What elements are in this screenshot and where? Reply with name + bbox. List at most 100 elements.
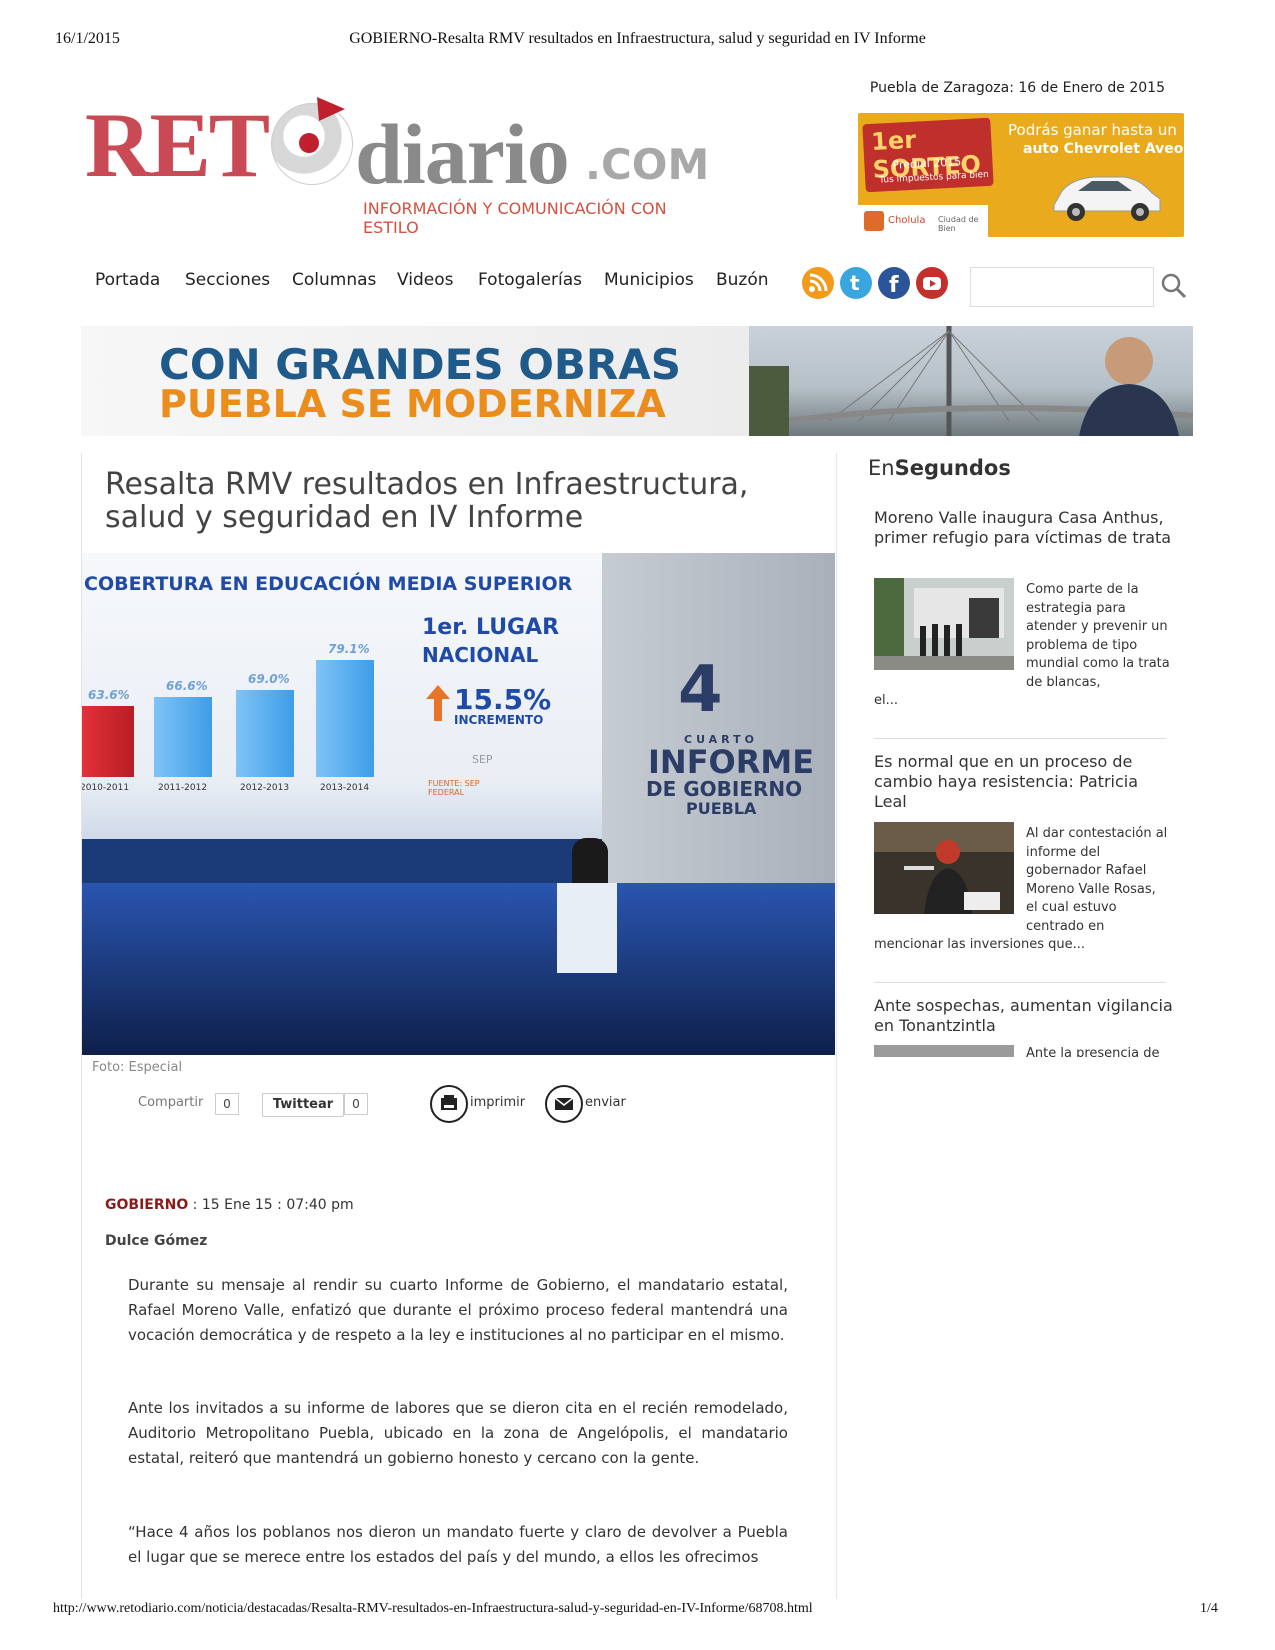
send-label[interactable]: enviar bbox=[585, 1095, 626, 1110]
nav-fotogalerias[interactable]: Fotogalerías bbox=[478, 270, 582, 290]
nav-columnas[interactable]: Columnas bbox=[292, 270, 376, 290]
svg-text:t: t bbox=[850, 271, 860, 295]
article-paragraph: “Hace 4 años los poblanos nos dieron un … bbox=[128, 1523, 788, 1566]
screen-bar-label: 2012-2013 bbox=[240, 783, 290, 793]
print-icon[interactable] bbox=[430, 1085, 468, 1123]
screen-bar-label: 2011-2012 bbox=[158, 783, 208, 793]
rank-line-2: NACIONAL bbox=[422, 643, 539, 667]
screen-bar-value: 69.0% bbox=[248, 672, 290, 686]
rss-icon[interactable] bbox=[802, 267, 834, 299]
sidebar-thumbnail[interactable] bbox=[874, 1045, 1014, 1057]
logo-diario: diario bbox=[355, 106, 570, 202]
sidebar-title: EnSegundos bbox=[868, 456, 1011, 480]
facebook-icon[interactable]: f bbox=[878, 267, 910, 299]
sidebar-item-excerpt: Al dar contestación al informe del gober… bbox=[1026, 826, 1168, 934]
ad-footer: Cholula Ciudad de Bien bbox=[858, 205, 988, 237]
screen-title: COBERTURA EN EDUCACIÓN MEDIA SUPERIOR bbox=[84, 573, 573, 595]
projection-screen: COBERTURA EN EDUCACIÓN MEDIA SUPERIOR 63… bbox=[82, 553, 602, 839]
sorteo-ad[interactable]: 1er SORTEO Predial 2015 Tus impuestos pa… bbox=[858, 113, 1184, 237]
banner-line-2: PUEBLA SE MODERNIZA bbox=[159, 382, 666, 426]
compartir-button[interactable]: Compartir bbox=[138, 1095, 203, 1110]
site-logo[interactable]: RET diario .COM INFORMACIÓN Y COMUNICACI… bbox=[85, 94, 725, 237]
current-date: 16 de Enero de 2015 bbox=[1013, 80, 1165, 96]
sidebar-item-title[interactable]: Ante sospechas, aumentan vigilancia en T… bbox=[874, 996, 1174, 1036]
logo-ret: RET bbox=[85, 94, 270, 196]
article-meta: GOBIERNO : 15 Ene 15 : 07:40 pm bbox=[105, 1197, 354, 1213]
nav-secciones[interactable]: Secciones bbox=[185, 270, 270, 290]
twitter-icon[interactable]: t bbox=[840, 267, 872, 299]
sidebar-item-excerpt: Ante la presencia de bbox=[1026, 1046, 1160, 1057]
article-paragraph: Ante los invitados a su informe de labor… bbox=[128, 1399, 788, 1467]
article-headline: Resalta RMV resultados en Infraestructur… bbox=[105, 467, 749, 535]
bridge-image bbox=[748, 326, 1193, 436]
stage-floor bbox=[82, 883, 835, 1055]
twitter-count: 0 bbox=[344, 1093, 368, 1115]
sorteo-badge: 1er SORTEO Predial 2015 Tus impuestos pa… bbox=[862, 117, 994, 193]
location-label: Puebla de Zaragoza: bbox=[869, 80, 1014, 96]
svg-text:f: f bbox=[889, 273, 899, 298]
section-link[interactable]: GOBIERNO bbox=[105, 1197, 188, 1213]
sidebar-thumbnail[interactable] bbox=[874, 578, 1014, 670]
banner-photo bbox=[748, 326, 1193, 436]
ad-line-1: Podrás ganar hasta un bbox=[1008, 121, 1177, 139]
sidebar-thumbnail[interactable] bbox=[874, 822, 1014, 914]
source-label: FUENTE: SEP FEDERAL bbox=[428, 779, 480, 797]
print-url: http://www.retodiario.com/noticia/destac… bbox=[53, 1601, 813, 1616]
article-author: Dulce Gómez bbox=[105, 1233, 208, 1249]
logo-dot bbox=[299, 133, 319, 153]
youtube-icon[interactable] bbox=[916, 267, 948, 299]
article-photo[interactable]: COBERTURA EN EDUCACIÓN MEDIA SUPERIOR 63… bbox=[82, 553, 835, 1055]
print-page-number: 1/4 bbox=[1200, 1601, 1218, 1616]
photo-caption: Foto: Especial bbox=[92, 1060, 183, 1075]
location-date: Puebla de Zaragoza: 16 de Enero de 2015 bbox=[870, 80, 1165, 96]
screen-bar bbox=[316, 659, 374, 777]
sidebar-divider bbox=[874, 738, 1166, 739]
speaker-figure bbox=[572, 838, 608, 888]
increase-value: 15.5% bbox=[454, 683, 552, 716]
stage-line-3: DE GOBIERNO bbox=[646, 777, 803, 801]
nav-portada[interactable]: Portada bbox=[95, 270, 160, 290]
stage-wall: 4 CUARTO INFORME DE GOBIERNO PUEBLA bbox=[602, 553, 835, 883]
screen-bar-label: 2010-2011 bbox=[82, 783, 130, 793]
nav-buzon[interactable]: Buzón bbox=[716, 270, 769, 290]
search-input[interactable] bbox=[970, 267, 1154, 307]
rank-line-1: 1er. LUGAR bbox=[422, 615, 560, 640]
print-title: GOBIERNO-Resalta RMV resultados en Infra… bbox=[349, 30, 926, 47]
print-label[interactable]: imprimir bbox=[470, 1095, 525, 1110]
car-icon bbox=[1053, 176, 1161, 221]
search-icon[interactable] bbox=[1160, 272, 1188, 300]
screen-bar-value: 63.6% bbox=[88, 688, 130, 703]
screen-bar bbox=[236, 690, 294, 777]
sidebar-divider bbox=[874, 982, 1166, 983]
cholula-icon bbox=[864, 211, 884, 231]
increase-label: INCREMENTO bbox=[454, 713, 544, 727]
article-paragraph: Durante su mensaje al rendir su cuarto I… bbox=[128, 1276, 788, 1344]
nav-municipios[interactable]: Municipios bbox=[604, 270, 694, 290]
nav-videos[interactable]: Videos bbox=[397, 270, 454, 290]
sidebar-item-title[interactable]: Es normal que en un proceso de cambio ha… bbox=[874, 752, 1174, 812]
ad-line-2: auto Chevrolet Aveo bbox=[1023, 141, 1184, 157]
sidebar-item-excerpt-rest: mencionar las inversiones que... bbox=[874, 937, 1086, 952]
stage-line-4: PUEBLA bbox=[686, 799, 757, 818]
obras-banner[interactable]: CON GRANDES OBRAS PUEBLA SE MODERNIZA bbox=[81, 326, 1193, 436]
screen-bar bbox=[154, 697, 212, 777]
article-datetime: : 15 Ene 15 : 07:40 pm bbox=[188, 1197, 354, 1213]
screen-bar-value: 66.6% bbox=[166, 679, 208, 694]
screen-bar-value: 79.1% bbox=[328, 641, 370, 656]
ad-footer-left: Cholula bbox=[888, 215, 926, 226]
screen-bar bbox=[82, 706, 134, 777]
sidebar-item-title[interactable]: Moreno Valle inaugura Casa Anthus, prime… bbox=[874, 508, 1174, 548]
sidebar-item-excerpt-rest: el... bbox=[874, 693, 899, 708]
twittear-button[interactable]: Twittear bbox=[262, 1093, 344, 1117]
sidebar-item-clipped: Ante la presencia de bbox=[874, 1045, 1174, 1057]
stage-line-2: INFORME bbox=[648, 743, 815, 781]
sidebar-title-en: En bbox=[868, 456, 895, 480]
sidebar-item-excerpt: Como parte de la estrategia para atender… bbox=[1026, 582, 1170, 690]
envelope-icon[interactable] bbox=[545, 1085, 583, 1123]
sidebar-title-segundos: Segundos bbox=[894, 456, 1011, 480]
compartir-count: 0 bbox=[215, 1093, 239, 1115]
screen-bar-label: 2013-2014 bbox=[320, 783, 370, 793]
logo-play-icon bbox=[317, 97, 345, 121]
logo-tagline: INFORMACIÓN Y COMUNICACIÓN CON ESTILO bbox=[363, 199, 667, 237]
ad-footer-right: Ciudad de Bien bbox=[938, 215, 979, 233]
